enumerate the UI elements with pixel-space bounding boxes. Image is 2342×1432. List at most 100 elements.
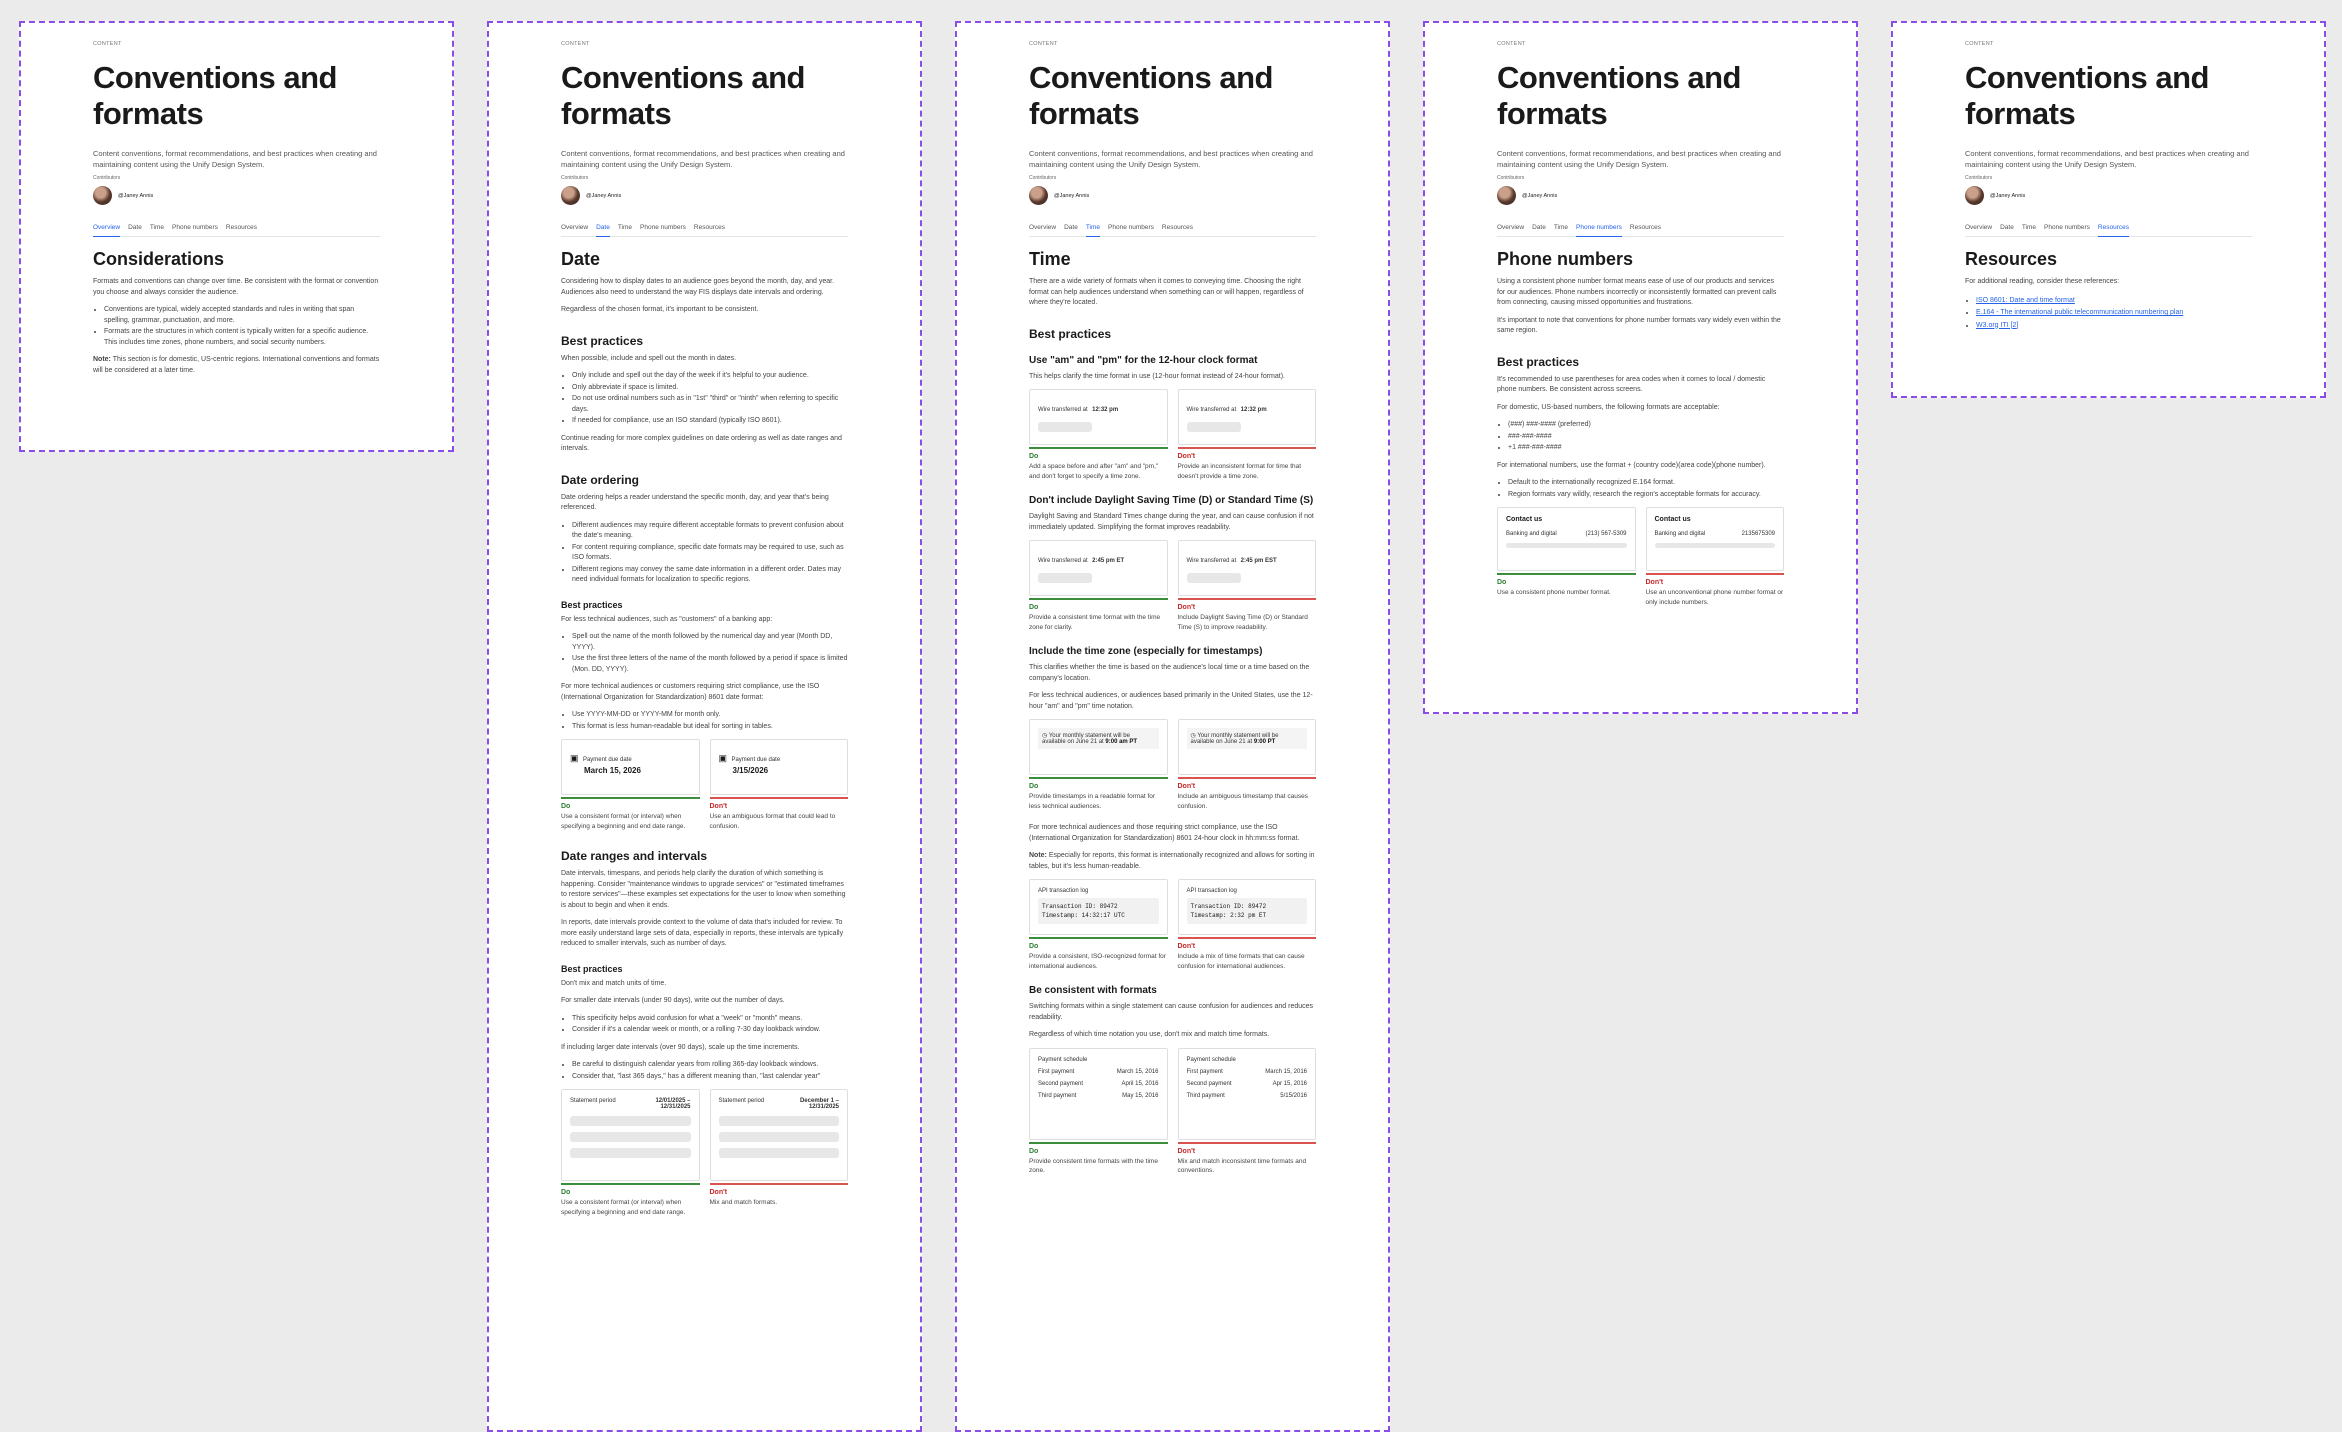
card-value: 2:45 pm EST (1240, 558, 1277, 564)
tab-date[interactable]: Date (128, 221, 142, 236)
dont-label: Don't (709, 1189, 728, 1196)
tab-overview[interactable]: Overview (1497, 221, 1524, 236)
log-card: API transaction log Transaction ID: 89472… (1177, 879, 1316, 935)
contributor[interactable]: @Janey Annis (561, 186, 848, 205)
link-list: ISO 8601: Date and time format E.164 - T… (1965, 295, 2252, 332)
tab-phone-numbers[interactable]: Phone numbers (640, 221, 686, 236)
subheading: Don't include Daylight Saving Time (D) o… (1029, 495, 1314, 506)
example-row: API transaction log Transaction ID: 89472… (1029, 879, 1316, 971)
bullet-list: Use YYYY-MM-DD or YYYY-MM for month only… (561, 710, 848, 732)
subheading: Best practices (561, 599, 623, 610)
tab-phone-numbers[interactable]: Phone numbers (1108, 221, 1154, 236)
tab-time[interactable]: Time (2022, 221, 2036, 236)
example-do: ◷ Your monthly statement will be availab… (1029, 719, 1168, 811)
note-label: Note: (1029, 852, 1047, 859)
tab-time[interactable]: Time (150, 221, 164, 236)
tab-overview[interactable]: Overview (1965, 221, 1992, 236)
dont-label: Don't (1645, 579, 1664, 586)
paragraph: For international numbers, use the forma… (1497, 461, 1766, 469)
dont-label: Don't (709, 803, 728, 810)
list-item: Different audiences may require differen… (572, 521, 848, 542)
list-item: Be careful to distinguish calendar years… (572, 1060, 848, 1071)
card-title: Contact us (1506, 516, 1543, 523)
tab-overview[interactable]: Overview (561, 221, 588, 236)
note-text: Especially for reports, this format is i… (1029, 852, 1315, 870)
contact-phone[interactable]: (213) 567-5309 (1585, 531, 1626, 537)
paragraph: Date intervals, timespans, and periods h… (561, 870, 846, 909)
example-do: Contact us Banking and digital (213) 567-5… (1497, 507, 1636, 607)
banner: ◷ Your monthly statement will be availab… (1038, 728, 1159, 749)
do-label: Do (561, 1189, 571, 1196)
tab-date[interactable]: Date (1532, 221, 1546, 236)
tab-date[interactable]: Date (1064, 221, 1078, 236)
eyebrow: Content (1497, 41, 1526, 47)
tab-resources[interactable]: Resources (694, 221, 725, 236)
paragraph: Regardless of the chosen format, it's im… (561, 306, 759, 313)
tab-phone-numbers[interactable]: Phone numbers (172, 221, 218, 236)
page-lead: Content conventions, format recommendati… (1965, 149, 2249, 169)
resource-link[interactable]: ISO 8601: Date and time format (1976, 297, 2075, 304)
tab-time[interactable]: Time (1554, 221, 1568, 236)
bullet-list: Only include and spell out the day of th… (561, 371, 848, 427)
section-heading: Phone numbers (1497, 249, 1634, 269)
tab-date[interactable]: Date (2000, 221, 2014, 236)
dont-caption: Use an unconventional phone number forma… (1645, 589, 1784, 606)
tab-resources[interactable]: Resources (1630, 221, 1661, 236)
tab-resources[interactable]: Resources (226, 221, 257, 236)
tab-overview[interactable]: Overview (93, 221, 121, 237)
dont-bar (1645, 573, 1784, 575)
list-item: Formats are the structures in which cont… (104, 327, 380, 348)
schedule-row-label: First payment (1038, 1068, 1075, 1075)
example-do: API transaction log Transaction ID: 89472… (1029, 879, 1168, 971)
tab-date[interactable]: Date (596, 221, 610, 237)
skeleton-line (1186, 573, 1241, 583)
example-dont: Statement period December 1 – 12/31/2025 … (709, 1089, 848, 1217)
contributor-handle: @Janey Annis (118, 192, 154, 199)
resource-link[interactable]: W3.org ITI [2] (1976, 322, 2018, 329)
tab-resources[interactable]: Resources (1162, 221, 1193, 236)
tab-bar: Overview Date Time Phone numbers Resourc… (1029, 221, 1316, 237)
list-item: W3.org ITI [2] (1976, 320, 2252, 332)
paragraph: In reports, date intervals provide conte… (561, 919, 844, 947)
example-do: Wire transferred at 12:32 pm Do Add a sp… (1029, 389, 1168, 481)
tab-phone-numbers[interactable]: Phone numbers (1576, 221, 1622, 237)
calendar-icon: ▣ (718, 753, 728, 763)
schedule-row-label: Third payment (1186, 1092, 1225, 1099)
list-item: Do not use ordinal numbers such as in "1… (572, 394, 848, 415)
page-lead: Content conventions, format recommendati… (1029, 149, 1313, 169)
note: Note: Especially for reports, this forma… (1029, 851, 1316, 872)
resource-link[interactable]: E.164 - The international public telecom… (1976, 309, 2183, 316)
contributors-label: Contributors (1029, 175, 1057, 181)
dont-caption: Use an ambiguous format that could lead … (709, 813, 836, 830)
subheading: Be consistent with formats (1029, 985, 1157, 996)
paragraph: This clarifies whether the time is based… (1029, 664, 1310, 682)
eyebrow: Content (1965, 41, 1994, 47)
contributor-handle: @Janey Annis (1522, 192, 1558, 199)
list-item: This format is less human-readable but i… (572, 722, 848, 733)
list-item: Only include and spell out the day of th… (572, 371, 848, 382)
card-title: Contact us (1654, 516, 1691, 523)
tab-overview[interactable]: Overview (1029, 221, 1056, 236)
dont-caption: Mix and match inconsistent time formats … (1177, 1157, 1307, 1175)
contributor[interactable]: @Janey Annis (1029, 186, 1316, 205)
tab-time[interactable]: Time (1085, 221, 1101, 237)
tab-time[interactable]: Time (618, 221, 632, 236)
do-label: Do (1029, 604, 1039, 611)
contributor[interactable]: @Janey Annis (93, 186, 380, 205)
tab-resources[interactable]: Resources (2097, 221, 2129, 237)
contact-phone[interactable]: 2135675309 (1742, 531, 1775, 537)
contributor[interactable]: @Janey Annis (1497, 186, 1784, 205)
schedule-card: Payment schedule First payment March 15, … (1029, 1047, 1168, 1140)
card-label: Wire transferred at (1038, 558, 1088, 564)
subheading: Best practices (561, 333, 644, 348)
tab-phone-numbers[interactable]: Phone numbers (2044, 221, 2090, 236)
do-caption: Provide consistent time formats with the… (1029, 1157, 1158, 1175)
do-bar (1029, 1141, 1168, 1144)
card-label: Statement period (570, 1098, 616, 1104)
page-title: Conventions and formats (1497, 60, 1741, 131)
example-row: Wire transferred at 2:45 pm ET Do Provid… (1029, 540, 1316, 632)
wire-card: Wire transferred at 2:45 pm EST (1177, 540, 1316, 596)
subheading: Date ordering (561, 472, 640, 487)
contributor[interactable]: @Janey Annis (1965, 186, 2252, 205)
subheading: Best practices (1497, 354, 1580, 369)
